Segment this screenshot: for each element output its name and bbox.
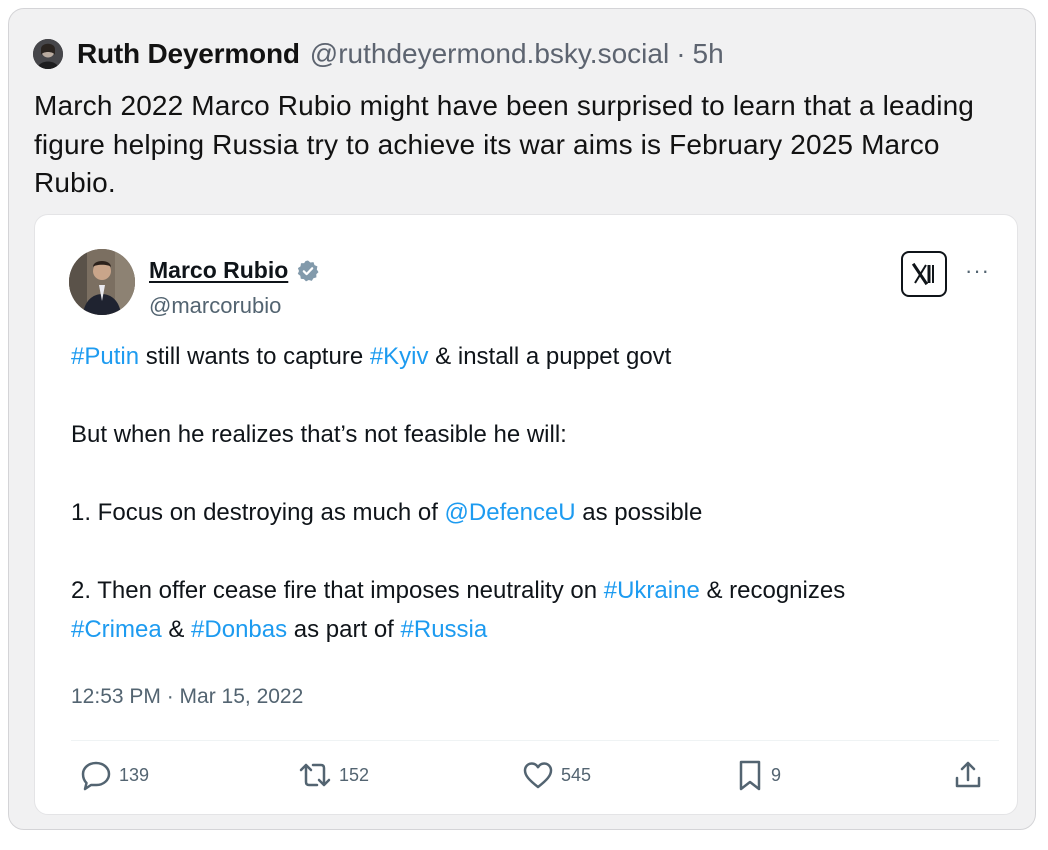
embed-author-handle[interactable]: @marcorubio (149, 293, 281, 319)
hashtag-link[interactable]: #Kyiv (370, 343, 429, 370)
like-icon (523, 762, 553, 789)
hashtag-link[interactable]: #Crimea (71, 616, 162, 643)
tweet-text-fragment: as part of (287, 616, 401, 643)
separator-dot: · (676, 38, 686, 69)
tweet-text-fragment: still wants to capture (139, 343, 370, 370)
bookmark-button[interactable]: 9 (735, 755, 781, 795)
post-time[interactable]: 5h (693, 38, 724, 70)
bookmark-count: 9 (771, 764, 782, 785)
hashtag-link[interactable]: #Russia (401, 616, 488, 643)
share-icon (955, 761, 981, 788)
tweet-line-4: 2. Then offer cease fire that imposes ne… (71, 577, 845, 605)
like-count: 545 (561, 764, 592, 785)
post-text: March 2022 Marco Rubio might have been s… (34, 90, 975, 198)
tweet-text-fragment: & (161, 616, 192, 643)
tweet-line-2: But when he realizes that’s not feasible… (71, 421, 567, 448)
tweet-text-fragment: & install a puppet govt (428, 343, 672, 370)
tweet-text-fragment: 2. Then offer cease fire that imposes ne… (71, 577, 604, 604)
tweet-line-1: #Putin still wants to capture #Kyiv & in… (71, 343, 671, 371)
reply-icon (81, 761, 111, 791)
repost-icon (299, 763, 331, 787)
embed-name-row: Marco Rubio (149, 257, 320, 284)
bluesky-post-card[interactable]: Ruth Deyermond @ruthdeyermond.bsky.socia… (8, 8, 1036, 830)
like-button[interactable]: 545 (521, 755, 591, 795)
embed-author-name[interactable]: Marco Rubio (149, 257, 288, 284)
repost-count: 152 (339, 764, 370, 785)
tweet-line-3: 1. Focus on destroying as much of @Defen… (71, 499, 702, 527)
reply-button[interactable]: 139 (79, 755, 149, 795)
embedded-tweet-card[interactable]: Marco Rubio @marcorubio ··· #Putin still… (34, 214, 1018, 815)
tweet-line-5: #Crimea & #Donbas as part of #Russia (71, 616, 487, 644)
more-icon[interactable]: ··· (965, 258, 990, 284)
x-logo-icon[interactable] (901, 251, 947, 297)
mention-link[interactable]: @DefenceU (445, 499, 576, 526)
hashtag-link[interactable]: #Donbas (191, 616, 287, 643)
tweet-text-fragment: as possible (575, 499, 703, 526)
hashtag-link[interactable]: #Putin (71, 343, 139, 370)
embed-author-avatar[interactable] (69, 249, 135, 315)
author-handle[interactable]: @ruthdeyermond.bsky.social (310, 38, 669, 70)
author-avatar[interactable] (33, 39, 63, 69)
author-name[interactable]: Ruth Deyermond (77, 38, 300, 70)
divider (71, 740, 999, 741)
hashtag-link[interactable]: #Ukraine (604, 577, 700, 604)
repost-button[interactable]: 152 (297, 755, 369, 795)
tweet-text-fragment: & recognizes (699, 577, 846, 604)
reply-count: 139 (119, 764, 150, 785)
bookmark-icon (739, 760, 761, 791)
verified-badge-icon (298, 260, 319, 281)
tweet-timestamp[interactable]: 12:53 PM · Mar 15, 2022 (71, 685, 303, 709)
post-header: Ruth Deyermond @ruthdeyermond.bsky.socia… (33, 38, 724, 70)
share-button[interactable] (953, 755, 983, 795)
tweet-text-fragment: 1. Focus on destroying as much of (71, 499, 445, 526)
